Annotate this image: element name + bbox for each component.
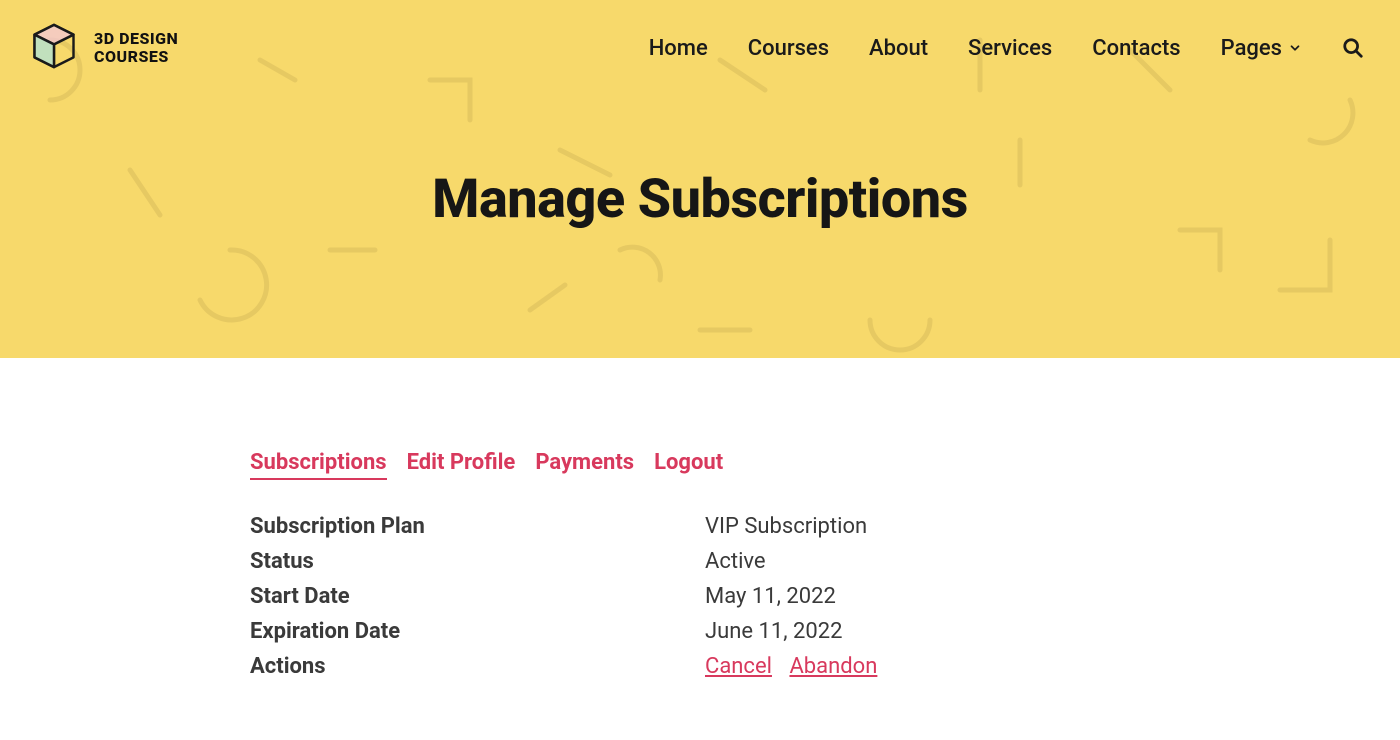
nav-home[interactable]: Home	[649, 36, 708, 61]
logo-text: 3D DESIGN COURSES	[94, 30, 178, 67]
logo-line2: COURSES	[94, 48, 178, 66]
cube-icon	[28, 20, 80, 76]
chevron-down-icon	[1288, 41, 1302, 55]
abandon-link[interactable]: Abandon	[789, 654, 877, 679]
content: Subscriptions Edit Profile Payments Logo…	[0, 358, 1400, 679]
search-icon[interactable]	[1342, 37, 1364, 59]
value-actions: Cancel Abandon	[705, 654, 1400, 679]
nav-links: Home Courses About Services Contacts Pag…	[649, 36, 1364, 61]
nav-pages-label: Pages	[1221, 36, 1282, 61]
navbar: 3D DESIGN COURSES Home Courses About Ser…	[0, 0, 1400, 76]
nav-courses[interactable]: Courses	[748, 36, 829, 61]
tab-payments[interactable]: Payments	[535, 450, 634, 480]
logo[interactable]: 3D DESIGN COURSES	[28, 20, 178, 76]
label-actions: Actions	[250, 654, 705, 679]
hero-banner: 3D DESIGN COURSES Home Courses About Ser…	[0, 0, 1400, 358]
subscription-table: Subscription Plan VIP Subscription Statu…	[250, 514, 1400, 679]
nav-contacts[interactable]: Contacts	[1092, 36, 1180, 61]
label-plan: Subscription Plan	[250, 514, 705, 539]
value-plan: VIP Subscription	[705, 514, 1400, 539]
tab-subscriptions[interactable]: Subscriptions	[250, 450, 387, 480]
label-start: Start Date	[250, 584, 705, 609]
page-title: Manage Subscriptions	[432, 168, 968, 231]
nav-pages[interactable]: Pages	[1221, 36, 1302, 61]
label-expire: Expiration Date	[250, 619, 705, 644]
label-status: Status	[250, 549, 705, 574]
value-status: Active	[705, 549, 1400, 574]
nav-about[interactable]: About	[869, 36, 928, 61]
account-tabs: Subscriptions Edit Profile Payments Logo…	[250, 450, 1400, 480]
value-start: May 11, 2022	[705, 584, 1400, 609]
page-title-wrap: Manage Subscriptions	[0, 76, 1400, 358]
logo-line1: 3D DESIGN	[94, 30, 178, 48]
nav-services[interactable]: Services	[968, 36, 1052, 61]
cancel-link[interactable]: Cancel	[705, 654, 772, 679]
tab-edit-profile[interactable]: Edit Profile	[407, 450, 516, 480]
tab-logout[interactable]: Logout	[654, 450, 723, 480]
value-expire: June 11, 2022	[705, 619, 1400, 644]
